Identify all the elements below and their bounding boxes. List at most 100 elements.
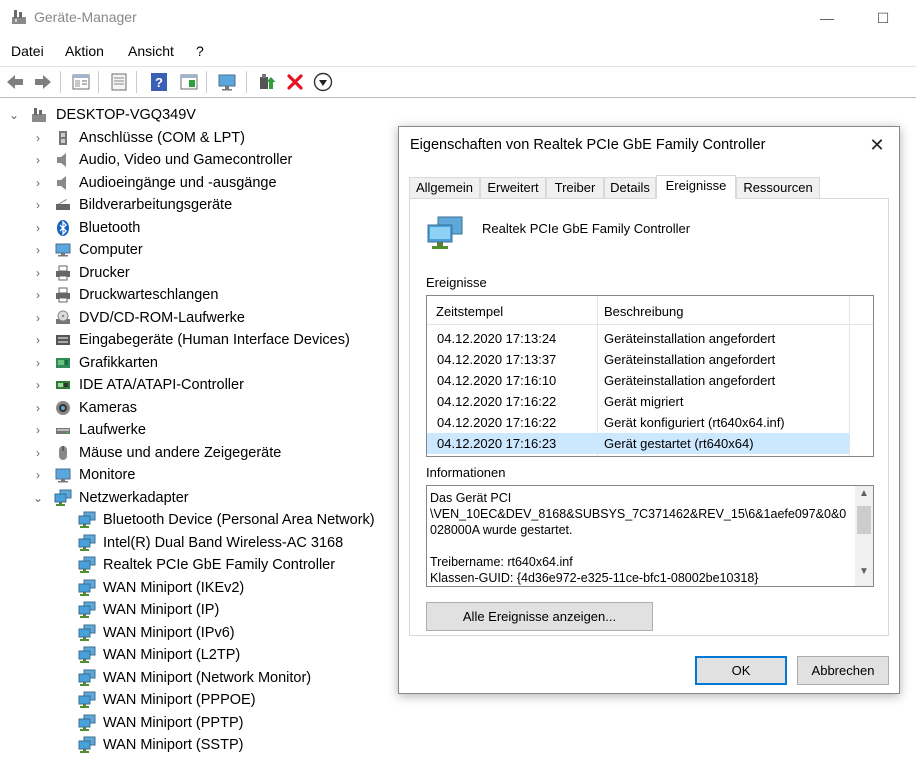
- forward-icon[interactable]: [32, 71, 54, 93]
- tab-treiber[interactable]: Treiber: [546, 177, 604, 198]
- port-icon: [54, 129, 72, 147]
- event-row[interactable]: 04.12.2020 17:16:23 Gerät gestartet (rt64…: [427, 433, 849, 454]
- menu-datei[interactable]: Datei: [11, 43, 44, 59]
- ide-controller-icon: [54, 376, 72, 394]
- collapse-chevron-icon[interactable]: ⌄: [9, 104, 19, 126]
- toolbar-separator: [136, 71, 137, 93]
- scroll-thumb[interactable]: [857, 506, 871, 534]
- disable-icon[interactable]: [312, 71, 334, 93]
- tab-details[interactable]: Details: [604, 177, 656, 198]
- event-timestamp: 04.12.2020 17:16:23: [437, 436, 557, 451]
- toolbar-separator: [246, 71, 247, 93]
- display-adapter-icon: [54, 354, 72, 372]
- event-description: Geräteinstallation angefordert: [604, 352, 776, 367]
- tree-category-label: Anschlüsse (COM & LPT): [79, 129, 245, 146]
- ok-button[interactable]: OK: [695, 656, 787, 685]
- expand-chevron-icon[interactable]: ›: [33, 329, 43, 351]
- tree-root-label: DESKTOP-VGQ349V: [56, 107, 196, 123]
- toolbar-separator: [60, 71, 61, 93]
- tree-category-label: Monitore: [79, 467, 136, 483]
- tree-category-label: Drucker: [79, 264, 130, 281]
- properties-view-icon[interactable]: [70, 71, 92, 93]
- info-label: Informationen: [426, 465, 506, 480]
- printer-icon: [54, 264, 72, 282]
- monitor-icon[interactable]: [216, 71, 238, 93]
- hid-icon: [54, 331, 72, 349]
- bluetooth-icon: [54, 219, 72, 237]
- expand-chevron-icon[interactable]: ›: [33, 307, 43, 329]
- event-row[interactable]: 04.12.2020 17:13:37 Geräteinstallation an…: [427, 349, 849, 370]
- cancel-button[interactable]: Abbrechen: [797, 656, 889, 685]
- info-scrollbar[interactable]: ▲ ▼: [855, 486, 873, 586]
- column-header-zeitstempel[interactable]: Zeitstempel: [436, 304, 503, 319]
- network-adapter-icon: [78, 556, 96, 574]
- expand-chevron-icon[interactable]: ›: [33, 464, 43, 486]
- tab-erweitert[interactable]: Erweitert: [480, 177, 546, 198]
- network-adapter-icon: [78, 511, 96, 529]
- expand-chevron-icon[interactable]: ›: [33, 397, 43, 419]
- expand-chevron-icon[interactable]: ›: [33, 352, 43, 374]
- event-row[interactable]: 04.12.2020 17:16:22 Gerät migriert: [427, 391, 849, 412]
- network-adapter-icon: [54, 489, 72, 507]
- printer-icon: [54, 286, 72, 304]
- mouse-icon: [54, 444, 72, 462]
- back-icon[interactable]: [4, 71, 26, 93]
- tree-device-label: WAN Miniport (SSTP): [103, 737, 244, 753]
- column-header-beschreibung[interactable]: Beschreibung: [604, 304, 684, 319]
- tree-category-label: Bildverarbeitungsgeräte: [79, 197, 233, 213]
- expand-chevron-icon[interactable]: ›: [33, 149, 43, 171]
- tree-category-label: Netzwerkadapter: [79, 489, 189, 506]
- expand-chevron-icon[interactable]: ›: [33, 442, 43, 464]
- dialog-close-button[interactable]: ✕: [863, 133, 891, 157]
- tree-category-label: Grafikkarten: [79, 354, 158, 371]
- menu-aktion[interactable]: Aktion: [65, 43, 104, 59]
- expand-chevron-icon[interactable]: ›: [33, 172, 43, 194]
- expand-chevron-icon[interactable]: ›: [33, 419, 43, 441]
- scroll-down-icon[interactable]: ▼: [855, 566, 873, 580]
- svg-text:?: ?: [155, 75, 163, 90]
- tab-ressourcen[interactable]: Ressourcen: [736, 177, 820, 198]
- events-list[interactable]: Zeitstempel Beschreibung 04.12.2020 17:1…: [426, 295, 874, 457]
- expand-chevron-icon[interactable]: ›: [33, 284, 43, 306]
- network-adapter-icon: [78, 601, 96, 619]
- toolbar: ?: [0, 66, 916, 98]
- tree-device-label: WAN Miniport (IKEv2): [103, 579, 245, 596]
- scan-icon[interactable]: [108, 71, 130, 93]
- event-row[interactable]: 04.12.2020 17:16:10 Geräteinstallation an…: [427, 370, 849, 391]
- help-icon[interactable]: ?: [148, 71, 170, 93]
- tree-category-label: DVD/CD-ROM-Laufwerke: [79, 309, 245, 326]
- console-tree-icon[interactable]: [178, 71, 200, 93]
- minimize-button[interactable]: —: [812, 6, 842, 30]
- update-driver-icon[interactable]: [256, 71, 278, 93]
- scroll-up-icon[interactable]: ▲: [855, 488, 873, 502]
- network-adapter-icon: [426, 215, 466, 251]
- network-adapter-icon: [78, 691, 96, 709]
- collapse-chevron-icon[interactable]: ⌄: [33, 487, 43, 509]
- tree-category-label: Druckwarteschlangen: [79, 287, 219, 303]
- event-description: Gerät konfiguriert (rt640x64.inf): [604, 415, 785, 430]
- event-row[interactable]: 04.12.2020 17:16:22 Gerät konfiguriert (r…: [427, 412, 849, 433]
- monitor-icon: [54, 466, 72, 484]
- expand-chevron-icon[interactable]: ›: [33, 194, 43, 216]
- dialog-title: Eigenschaften von Realtek PCIe GbE Famil…: [410, 137, 766, 153]
- info-textbox[interactable]: Das Gerät PCI \VEN_10EC&DEV_8168&SUBSYS_…: [426, 485, 874, 587]
- expand-chevron-icon[interactable]: ›: [33, 262, 43, 284]
- maximize-button[interactable]: ☐: [868, 6, 898, 30]
- network-adapter-icon: [78, 714, 96, 732]
- tab-allgemein[interactable]: Allgemein: [409, 177, 480, 198]
- expand-chevron-icon[interactable]: ›: [33, 217, 43, 239]
- window-title: Geräte-Manager: [34, 9, 137, 25]
- menu-ansicht[interactable]: Ansicht: [128, 43, 174, 59]
- tab-ereignisse[interactable]: Ereignisse: [656, 175, 736, 199]
- event-description: Geräteinstallation angefordert: [604, 331, 776, 346]
- expand-chevron-icon[interactable]: ›: [33, 239, 43, 261]
- event-row[interactable]: 04.12.2020 17:13:24 Geräteinstallation an…: [427, 328, 849, 349]
- show-all-events-button[interactable]: Alle Ereignisse anzeigen...: [426, 602, 653, 631]
- uninstall-icon[interactable]: [284, 71, 306, 93]
- expand-chevron-icon[interactable]: ›: [33, 127, 43, 149]
- expand-chevron-icon[interactable]: ›: [33, 374, 43, 396]
- dvd-drive-icon: [54, 309, 72, 327]
- menu-help[interactable]: ?: [196, 43, 204, 59]
- tree-category-label: Bluetooth: [79, 219, 141, 236]
- tree-device-label: WAN Miniport (IPv6): [103, 624, 235, 641]
